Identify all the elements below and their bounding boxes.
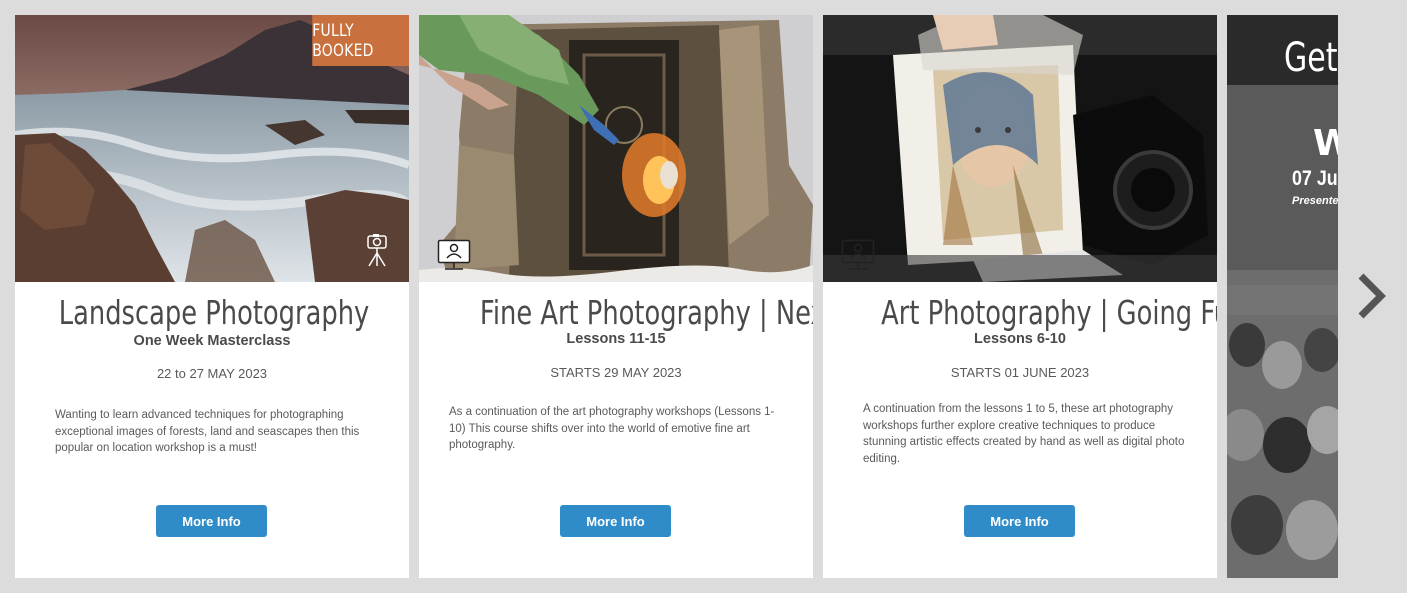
card-date: STARTS 01 JUNE 2023: [950, 365, 1090, 380]
workshop-carousel: FULLY BOOKED Landscape Photography One W…: [15, 15, 1338, 578]
workshop-card-landscape: FULLY BOOKED Landscape Photography One W…: [15, 15, 409, 578]
card-image-torch-artwork[interactable]: [419, 15, 813, 282]
card-subtitle: One Week Masterclass: [133, 333, 291, 349]
more-info-button[interactable]: More Info: [964, 505, 1075, 537]
workshop-card-fine-art: Fine Art Photography | Next Level Lesson…: [419, 15, 813, 578]
chevron-right-icon[interactable]: [1355, 272, 1387, 320]
card-title: Art Photography | Going Further: [881, 293, 1217, 332]
card-title: Fine Art Photography | Next Level: [479, 293, 813, 332]
card-subtitle: Lessons 11-15: [566, 331, 666, 347]
card-description: A continuation from the lessons 1 to 5, …: [863, 403, 1185, 465]
card-date: 22 to 27 MAY 2023: [156, 366, 268, 381]
online-monitor-icon: [437, 239, 471, 270]
tripod-camera-icon: [367, 234, 387, 267]
partial-card-letter: W: [1313, 123, 1338, 164]
card-subtitle: Lessons 6-10: [974, 331, 1066, 347]
fully-booked-badge: FULLY BOOKED: [312, 15, 409, 66]
more-info-button[interactable]: More Info: [156, 505, 267, 537]
card-title: Landscape Photography: [58, 293, 370, 332]
workshop-card-partial[interactable]: Gett W 07 Jun Presented: [1227, 15, 1338, 578]
partial-card-heading: Gett: [1284, 35, 1338, 81]
card-image-painting-session[interactable]: [823, 15, 1217, 282]
card-description: Wanting to learn advanced techniques for…: [55, 409, 360, 454]
workshop-card-art-going-further: Art Photography | Going Further Lessons …: [823, 15, 1217, 578]
card-description: As a continuation of the art photography…: [449, 406, 775, 451]
partial-card-date: 07 Jun: [1292, 167, 1338, 190]
more-info-button[interactable]: More Info: [560, 505, 671, 537]
card-image-seascape[interactable]: FULLY BOOKED: [15, 15, 409, 282]
partial-card-presenter: Presented: [1292, 195, 1338, 207]
online-monitor-icon: [841, 239, 875, 270]
card-date: STARTS 29 MAY 2023: [550, 365, 682, 380]
